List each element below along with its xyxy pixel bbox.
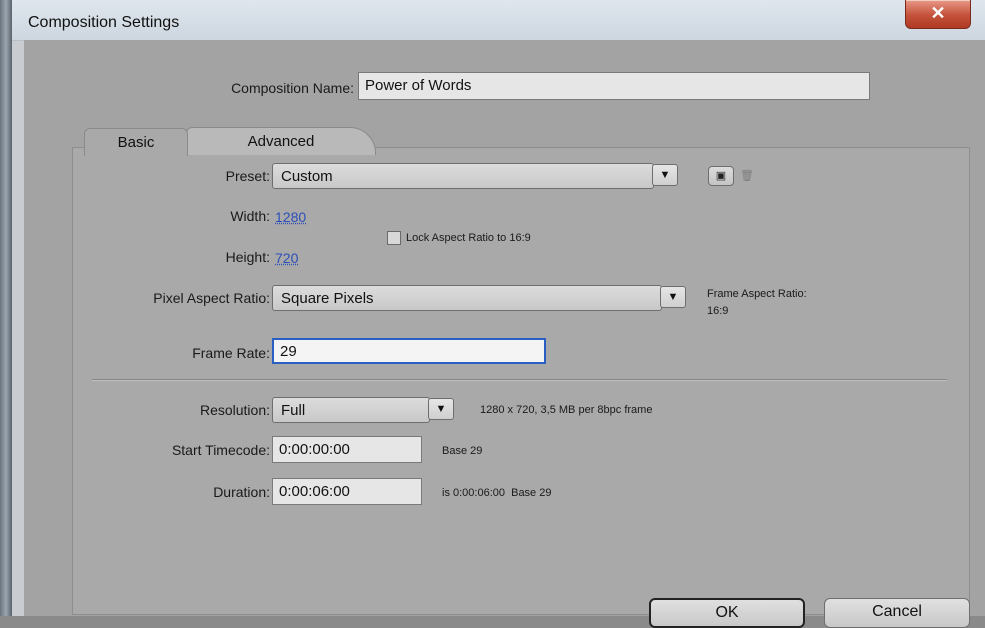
chevron-down-icon: ▼ <box>435 403 447 415</box>
preset-label: Preset: <box>225 168 270 184</box>
duration-label: Duration: <box>213 484 270 500</box>
start-timecode-input[interactable]: 0:00:00:00 <box>272 436 422 463</box>
pixel-aspect-dropdown[interactable]: Square Pixels <box>272 285 662 311</box>
width-value[interactable]: 1280 <box>275 209 306 225</box>
frame-aspect-value: 16:9 <box>707 305 729 317</box>
preset-dropdown[interactable]: Custom <box>272 163 654 189</box>
preset-dropdown-arrow[interactable]: ▼ <box>652 164 678 186</box>
dialog-title: Composition Settings <box>28 14 180 31</box>
tab-basic[interactable]: Basic <box>84 128 188 156</box>
ok-button[interactable]: OK <box>649 598 805 628</box>
close-icon: ✕ <box>930 3 946 23</box>
start-timecode-info: Base 29 <box>442 445 483 457</box>
height-value[interactable]: 720 <box>275 250 298 266</box>
tab-basic-label: Basic <box>117 134 155 151</box>
resolution-dropdown-arrow[interactable]: ▼ <box>428 398 454 420</box>
parent-window-edge <box>0 0 12 616</box>
resolution-dropdown[interactable]: Full <box>272 397 430 423</box>
pixel-aspect-dropdown-arrow[interactable]: ▼ <box>660 286 686 308</box>
composition-name-input[interactable]: Power of Words <box>358 72 870 100</box>
section-divider <box>92 379 947 381</box>
start-timecode-label: Start Timecode: <box>171 442 270 458</box>
dialog-client-area: Composition Name: Power of Words Advance… <box>24 40 985 616</box>
lock-aspect-label: Lock Aspect Ratio to 16:9 <box>406 232 531 244</box>
delete-preset-button[interactable]: 🗑 <box>734 166 760 186</box>
tab-advanced-label: Advanced <box>247 133 315 150</box>
tab-advanced[interactable]: Advanced <box>186 127 376 155</box>
title-bar: Composition Settings ✕ <box>12 0 985 41</box>
composition-settings-dialog: Composition Settings ✕ Composition Name:… <box>12 0 985 628</box>
ok-button-label: OK <box>715 604 739 621</box>
frame-aspect-label: Frame Aspect Ratio: <box>707 288 807 300</box>
duration-input[interactable]: 0:00:06:00 <box>272 478 422 505</box>
resolution-value: Full <box>281 402 306 419</box>
chevron-down-icon: ▼ <box>667 291 679 303</box>
height-label: Height: <box>225 249 270 265</box>
pixel-aspect-label: Pixel Aspect Ratio: <box>153 290 270 306</box>
cancel-button[interactable]: Cancel <box>824 598 970 628</box>
close-button[interactable]: ✕ <box>905 0 971 29</box>
width-label: Width: <box>230 208 270 224</box>
resolution-label: Resolution: <box>199 402 270 418</box>
chevron-down-icon: ▼ <box>659 169 671 181</box>
resolution-info: 1280 x 720, 3,5 MB per 8bpc frame <box>480 404 653 416</box>
cancel-button-label: Cancel <box>872 603 922 620</box>
lock-aspect-checkbox[interactable] <box>387 231 401 245</box>
preset-value: Custom <box>281 168 333 185</box>
duration-info: is 0:00:06:00 Base 29 <box>442 487 552 499</box>
delete-preset-icon: 🗑 <box>740 170 754 182</box>
save-preset-button[interactable]: ▣ <box>708 166 734 186</box>
pixel-aspect-value: Square Pixels <box>281 290 374 307</box>
save-preset-icon: ▣ <box>715 170 727 182</box>
composition-name-label: Composition Name: <box>231 80 354 96</box>
frame-rate-input[interactable]: 29 <box>272 338 546 364</box>
frame-rate-label: Frame Rate: <box>192 345 270 361</box>
